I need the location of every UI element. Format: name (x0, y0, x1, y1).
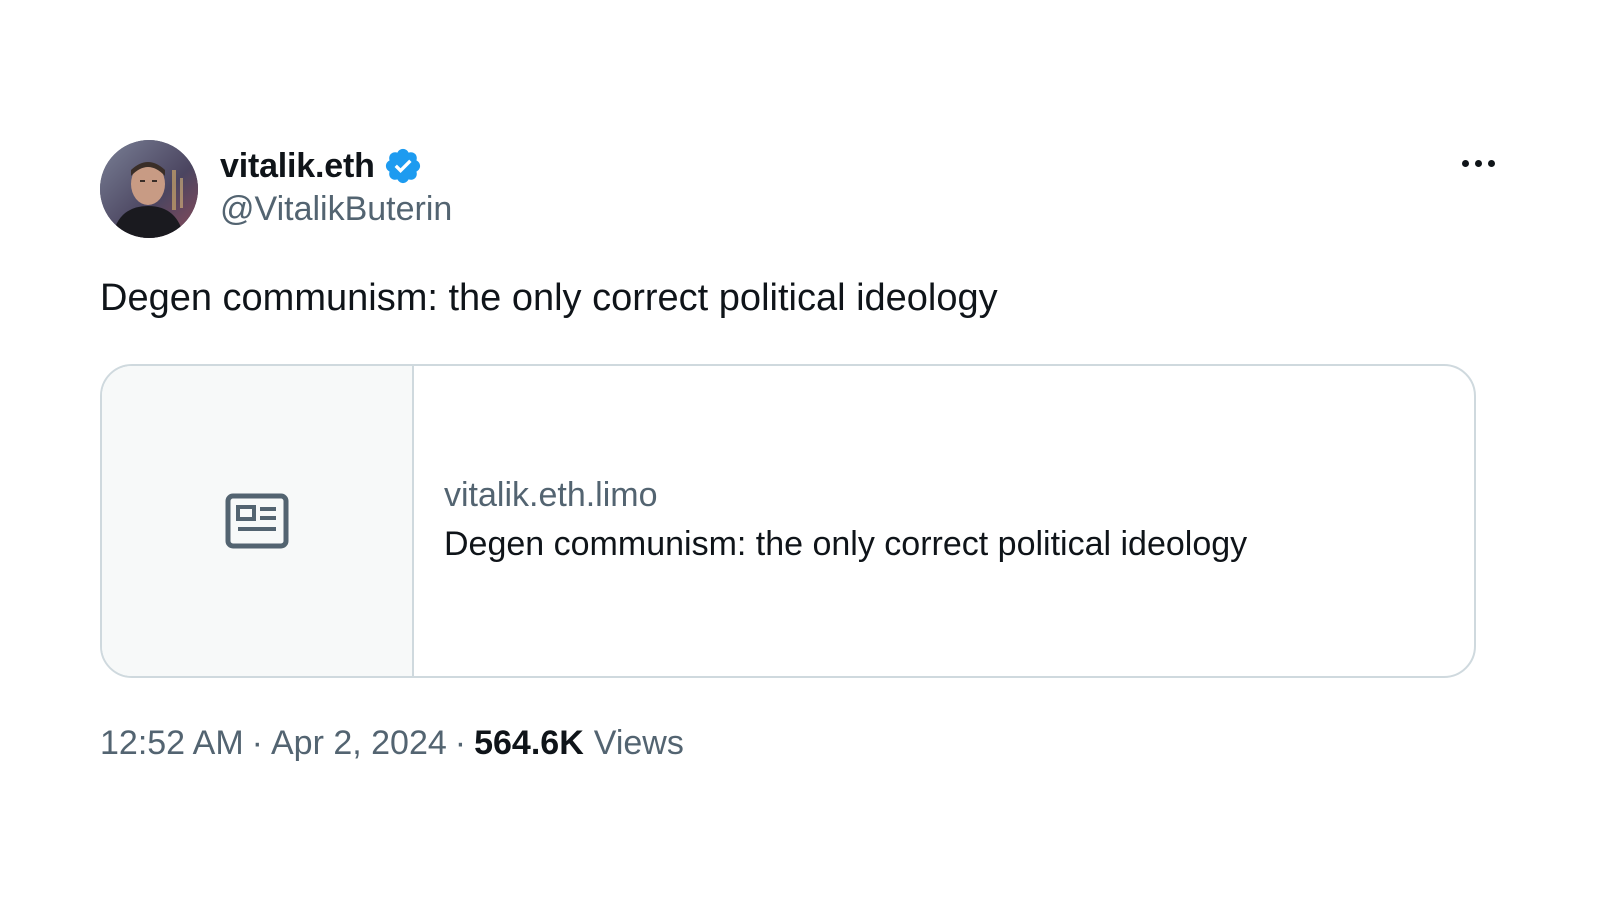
avatar-image (100, 140, 198, 238)
link-card-body: vitalik.eth.limo Degen communism: the on… (414, 366, 1474, 676)
tweet-text: Degen communism: the only correct politi… (100, 277, 998, 319)
article-icon (225, 493, 289, 549)
tweet-date[interactable]: Apr 2, 2024 (271, 724, 447, 763)
more-options-icon[interactable] (1456, 148, 1500, 178)
link-card[interactable]: vitalik.eth.limo Degen communism: the on… (100, 363, 1476, 678)
meta-separator: · (251, 723, 263, 762)
views-count[interactable]: 564.6K (474, 724, 584, 763)
author-handle[interactable]: @VitalikButerin (220, 190, 452, 229)
more-dot (1461, 159, 1469, 167)
tweet-meta: 12:52 AM · Apr 2, 2024 · 564.6K Views (100, 724, 1512, 763)
tweet-header: vitalik.eth @VitalikButerin (100, 140, 1512, 240)
more-dot (1487, 159, 1495, 167)
author-names: vitalik.eth @VitalikButerin (220, 144, 452, 229)
meta-separator: · (454, 723, 467, 762)
tweet-time[interactable]: 12:52 AM (100, 724, 244, 763)
display-name[interactable]: vitalik.eth (220, 147, 375, 186)
views-label: Views (593, 723, 684, 762)
link-card-title: Degen communism: the only correct politi… (444, 524, 1248, 563)
verified-badge-icon[interactable] (383, 146, 423, 186)
avatar[interactable] (100, 140, 198, 238)
tweet: vitalik.eth @VitalikButerin Degen commun… (100, 140, 1512, 763)
link-card-domain: vitalik.eth.limo (444, 475, 658, 514)
more-dot (1474, 159, 1482, 167)
display-name-row: vitalik.eth (220, 144, 452, 188)
link-card-thumbnail (102, 365, 414, 676)
